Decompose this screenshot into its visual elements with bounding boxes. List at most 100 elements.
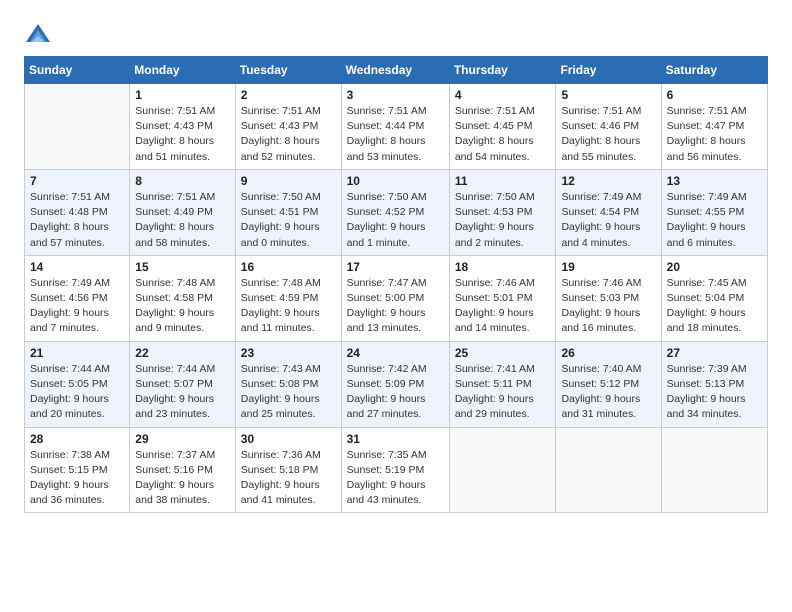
day-info: Sunrise: 7:51 AMSunset: 4:45 PMDaylight:… bbox=[455, 104, 551, 165]
day-number: 23 bbox=[241, 346, 336, 360]
day-number: 1 bbox=[135, 88, 230, 102]
day-number: 22 bbox=[135, 346, 230, 360]
day-cell: 15Sunrise: 7:48 AMSunset: 4:58 PMDayligh… bbox=[130, 255, 236, 341]
day-cell: 7 Sunrise: 7:51 AMSunset: 4:48 PMDaylight… bbox=[25, 169, 130, 255]
day-info: Sunrise: 7:50 AMSunset: 4:51 PMDaylight:… bbox=[241, 190, 336, 251]
day-info: Sunrise: 7:44 AMSunset: 5:07 PMDaylight:… bbox=[135, 362, 230, 423]
day-cell: 24 Sunrise: 7:42 AMSunset: 5:09 PMDayligh… bbox=[341, 341, 449, 427]
day-number: 13 bbox=[667, 174, 762, 188]
day-number: 31 bbox=[347, 432, 444, 446]
day-cell: 27 Sunrise: 7:39 AMSunset: 5:13 PMDayligh… bbox=[661, 341, 767, 427]
day-cell: 13 Sunrise: 7:49 AMSunset: 4:55 PMDayligh… bbox=[661, 169, 767, 255]
weekday-header-row: SundayMondayTuesdayWednesdayThursdayFrid… bbox=[25, 57, 768, 84]
day-number: 3 bbox=[347, 88, 444, 102]
day-number: 24 bbox=[347, 346, 444, 360]
day-cell: 20 Sunrise: 7:45 AMSunset: 5:04 PMDayligh… bbox=[661, 255, 767, 341]
day-cell: 29Sunrise: 7:37 AMSunset: 5:16 PMDayligh… bbox=[130, 427, 236, 513]
day-info: Sunrise: 7:51 AMSunset: 4:46 PMDaylight:… bbox=[561, 104, 655, 165]
day-cell: 18 Sunrise: 7:46 AMSunset: 5:01 PMDayligh… bbox=[449, 255, 556, 341]
day-info: Sunrise: 7:48 AMSunset: 4:59 PMDaylight:… bbox=[241, 276, 336, 337]
weekday-header-tuesday: Tuesday bbox=[235, 57, 341, 84]
day-number: 12 bbox=[561, 174, 655, 188]
day-number: 19 bbox=[561, 260, 655, 274]
week-row-1: 1 Sunrise: 7:51 AMSunset: 4:43 PMDaylight… bbox=[25, 84, 768, 170]
day-info: Sunrise: 7:41 AMSunset: 5:11 PMDaylight:… bbox=[455, 362, 551, 423]
day-cell: 9 Sunrise: 7:50 AMSunset: 4:51 PMDaylight… bbox=[235, 169, 341, 255]
day-number: 28 bbox=[30, 432, 124, 446]
day-cell: 5 Sunrise: 7:51 AMSunset: 4:46 PMDaylight… bbox=[556, 84, 661, 170]
day-info: Sunrise: 7:40 AMSunset: 5:12 PMDaylight:… bbox=[561, 362, 655, 423]
day-cell: 31 Sunrise: 7:35 AMSunset: 5:19 PMDayligh… bbox=[341, 427, 449, 513]
day-info: Sunrise: 7:39 AMSunset: 5:13 PMDaylight:… bbox=[667, 362, 762, 423]
weekday-header-saturday: Saturday bbox=[661, 57, 767, 84]
day-cell: 30 Sunrise: 7:36 AMSunset: 5:18 PMDayligh… bbox=[235, 427, 341, 513]
day-info: Sunrise: 7:51 AMSunset: 4:47 PMDaylight:… bbox=[667, 104, 762, 165]
week-row-4: 21 Sunrise: 7:44 AMSunset: 5:05 PMDayligh… bbox=[25, 341, 768, 427]
day-cell: 12Sunrise: 7:49 AMSunset: 4:54 PMDayligh… bbox=[556, 169, 661, 255]
day-info: Sunrise: 7:49 AMSunset: 4:56 PMDaylight:… bbox=[30, 276, 124, 337]
day-cell: 4 Sunrise: 7:51 AMSunset: 4:45 PMDaylight… bbox=[449, 84, 556, 170]
day-cell: 21 Sunrise: 7:44 AMSunset: 5:05 PMDayligh… bbox=[25, 341, 130, 427]
page: SundayMondayTuesdayWednesdayThursdayFrid… bbox=[0, 0, 792, 529]
day-cell: 6 Sunrise: 7:51 AMSunset: 4:47 PMDaylight… bbox=[661, 84, 767, 170]
day-info: Sunrise: 7:45 AMSunset: 5:04 PMDaylight:… bbox=[667, 276, 762, 337]
weekday-header-thursday: Thursday bbox=[449, 57, 556, 84]
day-info: Sunrise: 7:51 AMSunset: 4:43 PMDaylight:… bbox=[135, 104, 230, 165]
day-info: Sunrise: 7:51 AMSunset: 4:49 PMDaylight:… bbox=[135, 190, 230, 251]
day-info: Sunrise: 7:42 AMSunset: 5:09 PMDaylight:… bbox=[347, 362, 444, 423]
day-cell: 3 Sunrise: 7:51 AMSunset: 4:44 PMDaylight… bbox=[341, 84, 449, 170]
day-info: Sunrise: 7:44 AMSunset: 5:05 PMDaylight:… bbox=[30, 362, 124, 423]
day-info: Sunrise: 7:51 AMSunset: 4:43 PMDaylight:… bbox=[241, 104, 336, 165]
day-cell: 10Sunrise: 7:50 AMSunset: 4:52 PMDayligh… bbox=[341, 169, 449, 255]
day-number: 17 bbox=[347, 260, 444, 274]
weekday-header-friday: Friday bbox=[556, 57, 661, 84]
day-number: 9 bbox=[241, 174, 336, 188]
calendar-header: SundayMondayTuesdayWednesdayThursdayFrid… bbox=[25, 57, 768, 84]
day-cell: 25 Sunrise: 7:41 AMSunset: 5:11 PMDayligh… bbox=[449, 341, 556, 427]
day-info: Sunrise: 7:50 AMSunset: 4:53 PMDaylight:… bbox=[455, 190, 551, 251]
day-info: Sunrise: 7:37 AMSunset: 5:16 PMDaylight:… bbox=[135, 448, 230, 509]
day-number: 8 bbox=[135, 174, 230, 188]
day-info: Sunrise: 7:35 AMSunset: 5:19 PMDaylight:… bbox=[347, 448, 444, 509]
day-number: 25 bbox=[455, 346, 551, 360]
day-info: Sunrise: 7:46 AMSunset: 5:03 PMDaylight:… bbox=[561, 276, 655, 337]
day-number: 21 bbox=[30, 346, 124, 360]
day-number: 14 bbox=[30, 260, 124, 274]
day-cell: 2Sunrise: 7:51 AMSunset: 4:43 PMDaylight… bbox=[235, 84, 341, 170]
day-number: 30 bbox=[241, 432, 336, 446]
day-number: 5 bbox=[561, 88, 655, 102]
weekday-header-monday: Monday bbox=[130, 57, 236, 84]
day-info: Sunrise: 7:46 AMSunset: 5:01 PMDaylight:… bbox=[455, 276, 551, 337]
logo-icon bbox=[24, 20, 52, 48]
day-cell: 17 Sunrise: 7:47 AMSunset: 5:00 PMDayligh… bbox=[341, 255, 449, 341]
day-number: 6 bbox=[667, 88, 762, 102]
logo bbox=[24, 20, 54, 48]
day-info: Sunrise: 7:50 AMSunset: 4:52 PMDaylight:… bbox=[347, 190, 444, 251]
day-info: Sunrise: 7:36 AMSunset: 5:18 PMDaylight:… bbox=[241, 448, 336, 509]
day-cell: 16 Sunrise: 7:48 AMSunset: 4:59 PMDayligh… bbox=[235, 255, 341, 341]
day-cell: 14 Sunrise: 7:49 AMSunset: 4:56 PMDayligh… bbox=[25, 255, 130, 341]
day-cell: 1 Sunrise: 7:51 AMSunset: 4:43 PMDaylight… bbox=[130, 84, 236, 170]
day-number: 4 bbox=[455, 88, 551, 102]
calendar-table: SundayMondayTuesdayWednesdayThursdayFrid… bbox=[24, 56, 768, 513]
day-number: 18 bbox=[455, 260, 551, 274]
day-cell: 26 Sunrise: 7:40 AMSunset: 5:12 PMDayligh… bbox=[556, 341, 661, 427]
day-number: 26 bbox=[561, 346, 655, 360]
day-cell: 23 Sunrise: 7:43 AMSunset: 5:08 PMDayligh… bbox=[235, 341, 341, 427]
day-info: Sunrise: 7:51 AMSunset: 4:48 PMDaylight:… bbox=[30, 190, 124, 251]
day-number: 27 bbox=[667, 346, 762, 360]
week-row-3: 14 Sunrise: 7:49 AMSunset: 4:56 PMDayligh… bbox=[25, 255, 768, 341]
day-cell bbox=[25, 84, 130, 170]
day-info: Sunrise: 7:47 AMSunset: 5:00 PMDaylight:… bbox=[347, 276, 444, 337]
day-info: Sunrise: 7:49 AMSunset: 4:55 PMDaylight:… bbox=[667, 190, 762, 251]
day-number: 20 bbox=[667, 260, 762, 274]
day-info: Sunrise: 7:51 AMSunset: 4:44 PMDaylight:… bbox=[347, 104, 444, 165]
day-cell: 22 Sunrise: 7:44 AMSunset: 5:07 PMDayligh… bbox=[130, 341, 236, 427]
day-number: 11 bbox=[455, 174, 551, 188]
day-number: 7 bbox=[30, 174, 124, 188]
day-number: 16 bbox=[241, 260, 336, 274]
week-row-5: 28Sunrise: 7:38 AMSunset: 5:15 PMDayligh… bbox=[25, 427, 768, 513]
day-number: 15 bbox=[135, 260, 230, 274]
day-cell: 11 Sunrise: 7:50 AMSunset: 4:53 PMDayligh… bbox=[449, 169, 556, 255]
day-info: Sunrise: 7:43 AMSunset: 5:08 PMDaylight:… bbox=[241, 362, 336, 423]
